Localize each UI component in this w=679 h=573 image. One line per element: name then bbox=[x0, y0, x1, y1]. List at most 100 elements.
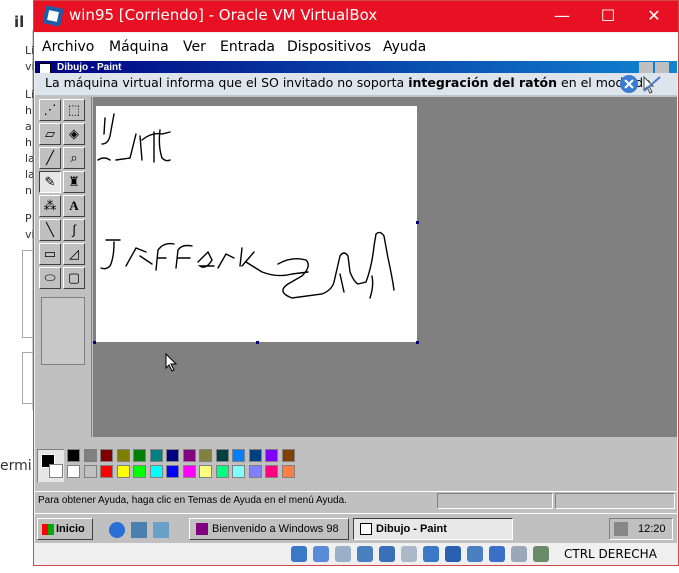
tool-options-box[interactable] bbox=[41, 297, 85, 365]
color-picker-tool[interactable]: ╱ bbox=[39, 147, 61, 169]
device-indicator-icon[interactable] bbox=[291, 546, 307, 562]
notice-text: La máquina virtual informa que el SO inv… bbox=[45, 75, 651, 90]
taskbar-item-paint[interactable]: Dibujo - Paint bbox=[353, 518, 513, 540]
airbrush-tool[interactable]: ⁂ bbox=[39, 195, 61, 217]
device-indicator-icon[interactable] bbox=[401, 546, 417, 562]
palette-swatch[interactable] bbox=[149, 465, 163, 478]
show-desktop-icon[interactable] bbox=[153, 522, 169, 538]
system-tray: 12:20 bbox=[609, 518, 673, 540]
palette-swatch[interactable] bbox=[133, 449, 146, 462]
eraser-tool[interactable]: ▱ bbox=[39, 123, 61, 145]
rectangle-tool[interactable]: ▭ bbox=[39, 243, 61, 265]
palette-swatch[interactable] bbox=[232, 449, 245, 462]
magnifier-tool[interactable]: ⌕ bbox=[63, 147, 85, 169]
palette-swatch[interactable] bbox=[248, 465, 262, 478]
tray-clock[interactable]: 12:20 bbox=[638, 519, 666, 539]
tray-volume-icon[interactable] bbox=[614, 522, 628, 536]
drawing-canvas[interactable] bbox=[96, 106, 417, 342]
maximize-button[interactable]: ☐ bbox=[585, 4, 631, 28]
ellipse-tool[interactable]: ⬭ bbox=[39, 267, 61, 289]
menu-maquina[interactable]: Máquina bbox=[109, 39, 169, 55]
device-indicator-icon[interactable] bbox=[511, 546, 527, 562]
resize-handle[interactable] bbox=[93, 341, 96, 344]
palette-swatch[interactable] bbox=[67, 465, 80, 478]
palette-swatch[interactable] bbox=[166, 465, 179, 478]
host-heading-fragment: il bbox=[14, 13, 25, 31]
palette-swatch[interactable] bbox=[166, 449, 179, 462]
resize-handle[interactable] bbox=[416, 221, 419, 224]
palette-swatch[interactable] bbox=[100, 449, 113, 462]
rect-select-tool[interactable]: ⬚ bbox=[63, 99, 85, 121]
minimize-button[interactable]: — bbox=[539, 4, 585, 28]
palette-swatch[interactable] bbox=[215, 449, 229, 462]
palette-swatch[interactable] bbox=[199, 465, 212, 478]
palette-swatch[interactable] bbox=[281, 449, 295, 462]
fill-tool[interactable]: ◈ bbox=[63, 123, 85, 145]
title-bar: win95 [Corriendo] - Oracle VM VirtualBox… bbox=[34, 1, 678, 32]
palette-swatch[interactable] bbox=[149, 449, 163, 462]
paint-toolbox: ⋰ ⬚ ▱ ◈ ╱ ⌕ ✎ ♜ ⁂ A ╲ ∫ ▭ ◿ ⬭ ▢ bbox=[35, 97, 92, 437]
palette-swatch[interactable] bbox=[215, 465, 229, 478]
background-color[interactable] bbox=[49, 464, 63, 478]
palette-swatch[interactable] bbox=[265, 449, 278, 462]
device-indicator-icon[interactable] bbox=[335, 546, 351, 562]
mouse-cursor-icon bbox=[165, 353, 178, 372]
device-indicator-icon[interactable] bbox=[357, 546, 373, 562]
palette-swatch[interactable] bbox=[248, 449, 262, 462]
pencil-tool[interactable]: ✎ bbox=[39, 171, 61, 193]
device-indicator-icon[interactable] bbox=[313, 546, 329, 562]
palette-swatch[interactable] bbox=[116, 465, 130, 478]
resize-handle[interactable] bbox=[256, 341, 259, 344]
device-indicator-icon[interactable] bbox=[379, 546, 395, 562]
device-indicator-icon[interactable] bbox=[533, 546, 549, 562]
taskbar-item-welcome[interactable]: Bienvenido a Windows 98 bbox=[189, 518, 349, 540]
palette-swatch[interactable] bbox=[182, 465, 196, 478]
palette-swatch[interactable] bbox=[182, 449, 196, 462]
win98-taskbar: Inicio Bienvenido a Windows 98 Dibujo - … bbox=[35, 513, 677, 543]
notice-info-icon[interactable] bbox=[619, 74, 639, 94]
host-text-fragment: h bbox=[25, 104, 32, 117]
guest-screen[interactable]: Dibujo - Paint La máquina virtual inform… bbox=[35, 61, 677, 543]
rounded-rect-tool[interactable]: ▢ bbox=[63, 267, 85, 289]
start-button[interactable]: Inicio bbox=[37, 518, 93, 540]
palette-swatch[interactable] bbox=[281, 465, 295, 478]
close-button[interactable]: ✕ bbox=[631, 4, 677, 28]
brush-tool[interactable]: ♜ bbox=[63, 171, 85, 193]
palette-swatch[interactable] bbox=[116, 449, 130, 462]
welcome-app-icon bbox=[196, 523, 208, 536]
palette-swatch[interactable] bbox=[199, 449, 212, 462]
palette-swatch[interactable] bbox=[100, 465, 113, 478]
palette-swatch[interactable] bbox=[133, 465, 146, 478]
polygon-tool[interactable]: ◿ bbox=[63, 243, 85, 265]
menu-bar: Archivo Máquina Ver Entrada Dispositivos… bbox=[34, 33, 678, 61]
current-colors[interactable] bbox=[37, 449, 64, 482]
device-indicator-icon[interactable] bbox=[445, 546, 461, 562]
paint-title: Dibujo - Paint bbox=[57, 62, 122, 73]
window-title: win95 [Corriendo] - Oracle VM VirtualBox bbox=[69, 6, 378, 24]
menu-dispositivos[interactable]: Dispositivos bbox=[287, 39, 371, 55]
ie-icon[interactable] bbox=[109, 522, 125, 538]
palette-swatch[interactable] bbox=[67, 449, 80, 462]
host-key-label: CTRL DERECHA bbox=[564, 547, 657, 561]
palette-swatch[interactable] bbox=[232, 465, 245, 478]
notice-text-start: La máquina virtual informa que el SO inv… bbox=[45, 75, 409, 90]
notice-text-bold: integración del ratón bbox=[408, 75, 558, 90]
resize-handle[interactable] bbox=[416, 341, 419, 344]
outlook-icon[interactable] bbox=[131, 522, 147, 538]
device-indicator-icon[interactable] bbox=[489, 546, 505, 562]
device-indicator-icon[interactable] bbox=[467, 546, 483, 562]
curve-tool[interactable]: ∫ bbox=[63, 219, 85, 241]
menu-archivo[interactable]: Archivo bbox=[42, 39, 94, 55]
notice-mouse-icon[interactable] bbox=[641, 74, 663, 94]
virtualbox-window: win95 [Corriendo] - Oracle VM VirtualBox… bbox=[33, 0, 679, 566]
palette-swatch[interactable] bbox=[83, 465, 97, 478]
text-tool[interactable]: A bbox=[63, 195, 85, 217]
menu-ayuda[interactable]: Ayuda bbox=[383, 39, 426, 55]
line-tool[interactable]: ╲ bbox=[39, 219, 61, 241]
palette-swatch[interactable] bbox=[83, 449, 97, 462]
free-select-tool[interactable]: ⋰ bbox=[39, 99, 61, 121]
menu-ver[interactable]: Ver bbox=[183, 39, 206, 55]
menu-entrada[interactable]: Entrada bbox=[220, 39, 275, 55]
device-indicator-icon[interactable] bbox=[423, 546, 439, 562]
palette-swatch[interactable] bbox=[265, 465, 278, 478]
